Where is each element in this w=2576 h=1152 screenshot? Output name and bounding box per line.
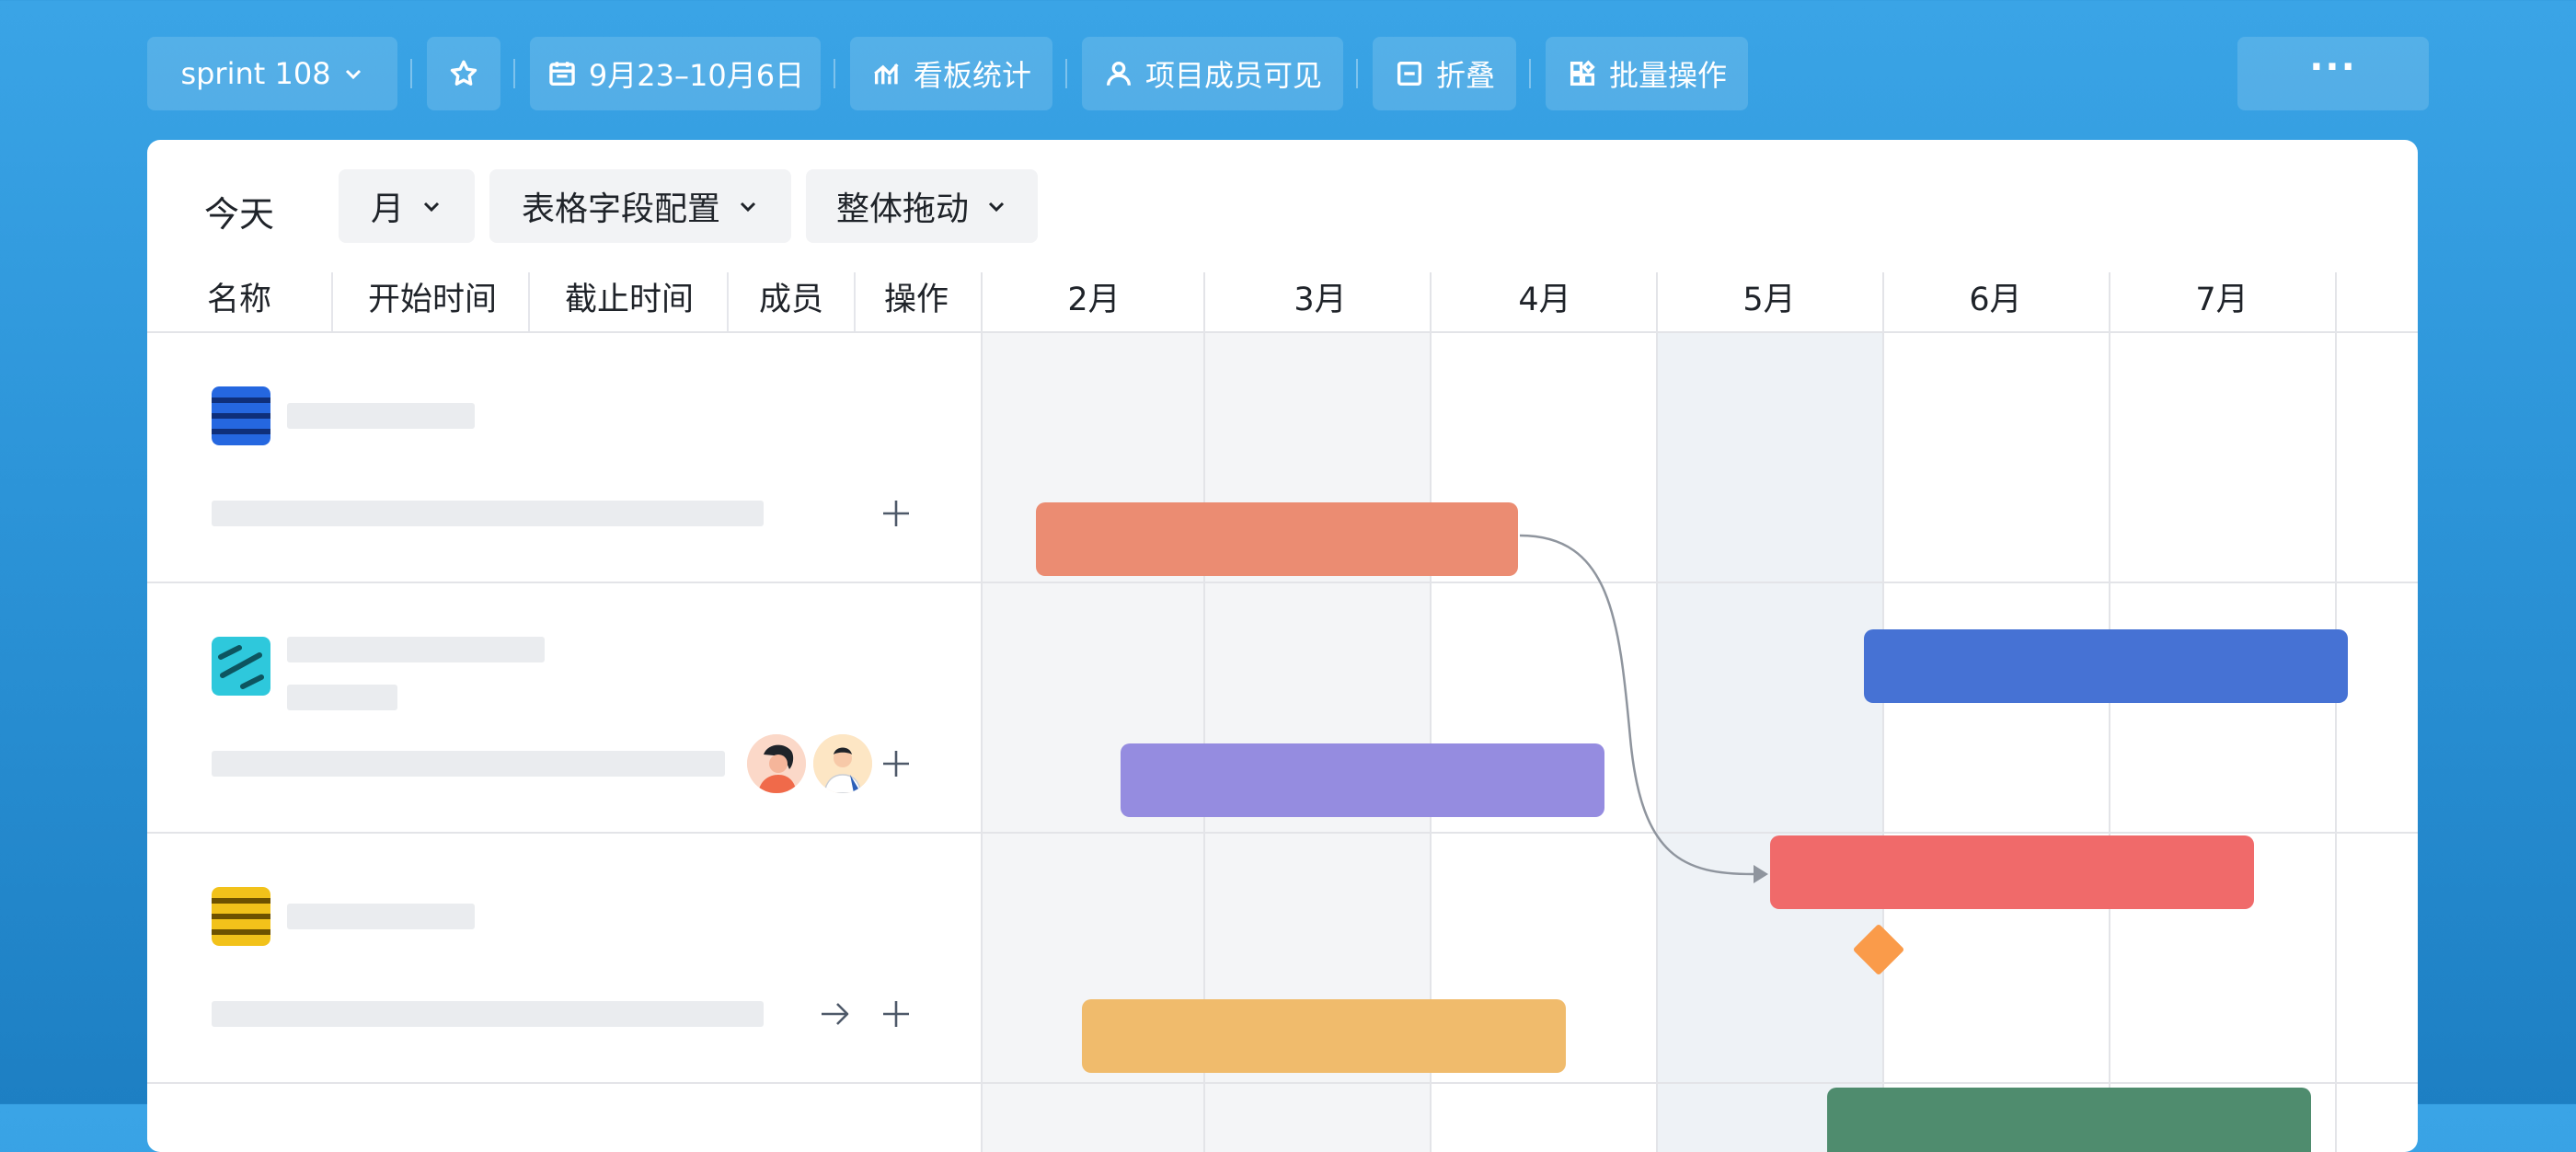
date-range-label: 9月23–10月6日 [588, 58, 805, 93]
sprint-label: sprint 108 [180, 56, 331, 91]
more-button[interactable]: ··· [2237, 37, 2429, 110]
toolbar-divider [1356, 59, 1358, 88]
gantt-card: 今天 月 表格字段配置 整体拖动 名称 开始时间 截止时间 成员 操作 2月 3… [147, 140, 2418, 1152]
board-stats-label: 看板统计 [913, 58, 1031, 93]
date-range-button[interactable]: 9月23–10月6日 [530, 37, 821, 110]
batch-icon [1570, 60, 1595, 86]
toolbar-divider [513, 59, 515, 88]
toolbar-divider [1065, 59, 1067, 88]
collapse-icon [1397, 61, 1422, 86]
batch-operation-button[interactable]: 批量操作 [1546, 37, 1748, 110]
toolbar-divider [834, 59, 835, 88]
sprint-selector[interactable]: sprint 108 [147, 37, 397, 110]
members-visible-button[interactable]: 项目成员可见 [1082, 37, 1343, 110]
toolbar-divider [410, 59, 412, 88]
user-icon [1106, 61, 1132, 86]
favorite-button[interactable] [427, 37, 500, 110]
collapse-label: 折叠 [1435, 58, 1495, 93]
collapse-button[interactable]: 折叠 [1373, 37, 1516, 110]
more-icon: ··· [2309, 46, 2357, 88]
calendar-icon [549, 62, 575, 86]
board-stats-button[interactable]: 看板统计 [850, 37, 1052, 110]
star-icon [450, 60, 477, 86]
chevron-down-icon [345, 69, 361, 80]
dependency-connector [1519, 534, 1768, 883]
toolbar-divider [1529, 59, 1531, 88]
chart-stats-icon [874, 63, 899, 85]
members-visible-label: 项目成员可见 [1144, 58, 1322, 93]
batch-operation-label: 批量操作 [1608, 58, 1727, 93]
